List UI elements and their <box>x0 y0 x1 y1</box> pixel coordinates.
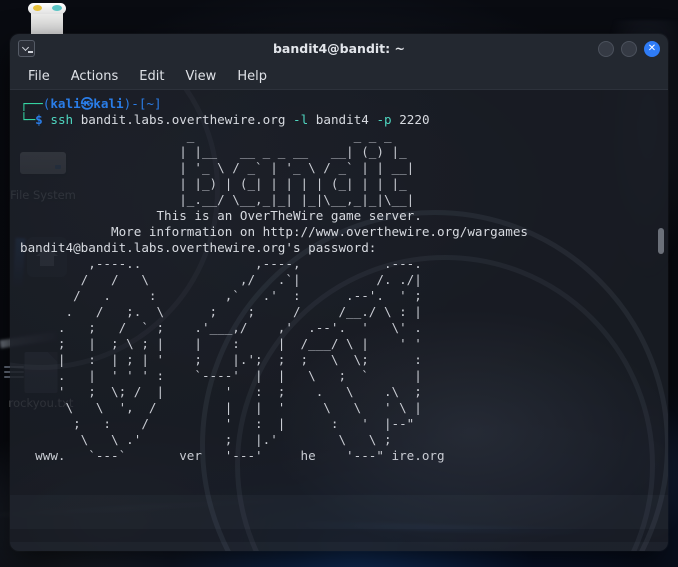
window-titlebar[interactable]: bandit4@bandit: ~ <box>10 34 668 63</box>
password-prompt: bandit4@bandit.labs.overthewire.org's pa… <box>20 240 377 255</box>
prompt-user: kali <box>50 96 81 111</box>
server-info-lines: This is an OverTheWire game server. More… <box>110 208 528 239</box>
menu-bar: File Actions Edit View Help <box>10 63 668 90</box>
prompt-host: kali <box>93 96 124 111</box>
scrollbar-thumb[interactable] <box>658 228 664 254</box>
command-port: 2220 <box>399 112 430 127</box>
prompt-cwd: [~] <box>138 96 162 111</box>
command-user: bandit4 <box>315 112 369 127</box>
menu-item-help[interactable]: Help <box>237 69 267 84</box>
wallpaper-band-1 <box>10 495 668 529</box>
command-program: ssh <box>50 112 74 127</box>
terminal-icon <box>18 40 35 57</box>
terminal-window[interactable]: bandit4@bandit: ~ File Actions Edit View… <box>10 34 668 551</box>
menu-item-file[interactable]: File <box>28 69 50 84</box>
close-button[interactable] <box>644 40 660 57</box>
terminal-output-area[interactable]: ┌──(kali㉿kali)-[~] └─$ ssh bandit.labs.o… <box>10 90 668 551</box>
terminal-text: ┌──(kali㉿kali)-[~] └─$ ssh bandit.labs.o… <box>10 90 668 464</box>
window-controls <box>598 40 660 57</box>
banner-bandit: _ _ _ _ | |__ __ _ _ __ __| (_) |_ | '_ … <box>179 128 415 207</box>
prompt-bracket-top: ┌── <box>20 96 43 111</box>
banner-overthewire: ,----.. ,----, .---. / / \ ,/ .`| /. ./|… <box>35 256 445 463</box>
prompt-bracket-bottom: └─ <box>20 112 36 127</box>
maximize-button[interactable] <box>621 40 637 57</box>
command-host: bandit.labs.overthewire.org <box>80 112 286 127</box>
minimize-button[interactable] <box>598 40 614 57</box>
menu-item-actions[interactable]: Actions <box>71 69 119 84</box>
command-flag-l: -l <box>293 112 309 127</box>
prompt-at-icon: ㉿ <box>80 96 94 111</box>
window-title: bandit4@bandit: ~ <box>272 41 405 56</box>
desktop: Trash File System rockyou.txt bandit4@ba… <box>0 0 678 567</box>
menu-item-view[interactable]: View <box>185 69 216 84</box>
command-flag-p: -p <box>376 112 392 127</box>
wallpaper-band-2 <box>10 542 668 551</box>
prompt-dollar: $ <box>35 112 43 127</box>
vertical-scrollbar[interactable] <box>656 90 666 551</box>
menu-item-edit[interactable]: Edit <box>139 69 164 84</box>
prompt-dash: - <box>131 96 139 111</box>
